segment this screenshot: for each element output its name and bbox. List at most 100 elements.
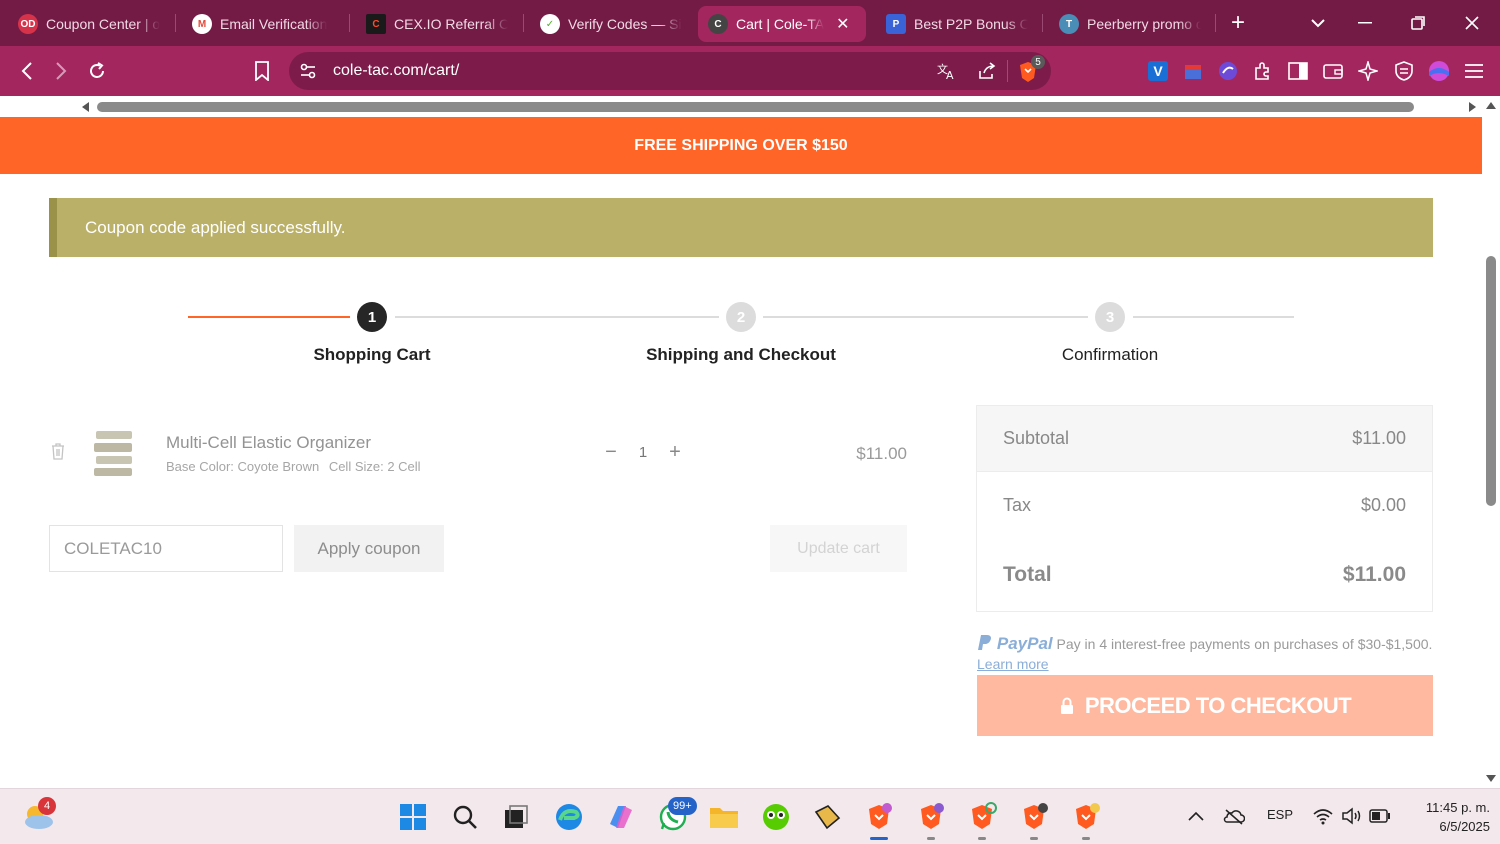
restore-button[interactable] [1398,6,1438,40]
shield-icon [1395,61,1413,81]
profile-button[interactable] [1427,59,1451,83]
apply-coupon-button[interactable]: Apply coupon [294,525,444,572]
cexio-icon: C [366,14,386,34]
increase-qty-button[interactable]: + [663,440,687,464]
weather-badge: 4 [38,797,56,815]
notice-text: Coupon code applied successfully. [85,217,346,237]
wallet-button[interactable] [1321,59,1345,83]
onedrive-icon[interactable] [1223,807,1245,825]
vertical-scrollbar[interactable] [1482,96,1500,788]
paypal-text: Pay in 4 interest-free payments on purch… [1056,636,1433,652]
tab-best-p2p[interactable]: P Best P2P Bonus Of [876,6,1038,42]
start-button[interactable] [395,799,431,835]
proceed-to-checkout-button[interactable]: PROCEED TO CHECKOUT [977,675,1433,736]
coupon-input[interactable] [49,525,283,572]
vpn-button[interactable] [1392,59,1416,83]
url-text[interactable]: cole-tac.com/cart/ [333,62,459,80]
close-window-button[interactable] [1452,6,1492,40]
taskbar: 4 99+ ESP 11:45 p. m. 6/5/2025 [0,788,1500,844]
tab-coupon-center[interactable]: OD Coupon Center | o [8,6,170,42]
brave-profile-2-button[interactable] [913,799,949,835]
volume-icon[interactable] [1341,807,1363,825]
scroll-up-icon[interactable] [1485,100,1497,110]
chevron-up-icon[interactable] [1188,811,1204,821]
close-icon [1465,16,1479,30]
battery-icon[interactable] [1369,809,1391,823]
share-icon[interactable] [977,61,997,81]
extensions-button[interactable] [1251,59,1275,83]
scroll-right-icon[interactable] [1468,101,1478,113]
search-button[interactable] [447,799,483,835]
trash-icon[interactable] [50,442,66,460]
minimize-icon [1358,22,1372,24]
tab-cart-coletac[interactable]: C Cart | Cole-TA ✕ [698,6,866,42]
close-tab-icon[interactable]: ✕ [836,14,849,34]
menu-button[interactable] [1462,59,1486,83]
decrease-qty-button[interactable]: − [599,440,623,464]
od-icon: OD [18,14,38,34]
task-view-button[interactable] [498,799,534,835]
forward-button[interactable] [46,56,76,86]
product-thumbnail[interactable] [92,428,136,478]
horizontal-scrollbar[interactable] [0,96,1500,117]
sidebar-button[interactable] [1286,59,1310,83]
tab-email-verification[interactable]: M Email Verification [182,6,344,42]
step-2-label: Shipping and Checkout [646,345,836,364]
learn-more-link[interactable]: Learn more [977,656,1049,672]
free-shipping-banner: FREE SHIPPING OVER $150 [0,117,1482,174]
scrollbar-thumb[interactable] [97,102,1414,112]
site-settings-icon[interactable] [299,62,317,80]
pinned-app-button[interactable] [809,799,845,835]
copilot-button[interactable] [603,799,639,835]
coletac-icon: C [708,14,728,34]
time-text: 11:45 p. m. [1425,800,1490,815]
duolingo-button[interactable] [758,799,794,835]
app-indicator [927,837,935,840]
progress-line [395,316,719,318]
leo-ai-button[interactable] [1356,59,1380,83]
scroll-down-icon[interactable] [1485,774,1497,784]
subtotal-label: Subtotal [1003,428,1070,448]
wifi-icon[interactable] [1312,807,1334,825]
edge-button[interactable] [551,799,587,835]
address-bar[interactable]: cole-tac.com/cart/ 文A 5 [289,52,1051,90]
product-name[interactable]: Multi-Cell Elastic Organizer [166,433,371,453]
bookmark-icon [255,61,269,81]
clock[interactable]: 11:45 p. m. 6/5/2025 [1400,798,1490,836]
bookmark-button[interactable] [247,56,277,86]
paypal-brand: PayPal [996,634,1053,653]
language-indicator[interactable]: ESP [1267,807,1293,822]
brave-profile-4-button[interactable] [1016,799,1052,835]
extension-v[interactable]: V [1146,59,1170,83]
extension-calendar[interactable] [1181,59,1205,83]
app-indicator [1030,837,1038,840]
brave-icon [1024,803,1048,829]
tab-separator [1215,14,1216,32]
peerberry-icon: T [1059,14,1079,34]
active-app-indicator [870,837,888,840]
new-tab-button[interactable]: + [1218,6,1258,40]
tab-search-button[interactable] [1298,6,1338,40]
back-button[interactable] [12,56,42,86]
extension-purple[interactable] [1216,59,1240,83]
tab-verify-codes[interactable]: ✓ Verify Codes — Sir [530,6,692,42]
file-explorer-button[interactable] [706,799,742,835]
scrollbar-thumb[interactable] [1486,256,1496,506]
minimize-button[interactable] [1345,6,1385,40]
purple-extension-icon [1219,62,1237,80]
scroll-left-icon[interactable] [80,101,90,113]
translate-icon[interactable]: 文A [937,61,957,81]
brave-profile-5-button[interactable] [1068,799,1104,835]
tab-separator [1042,14,1043,32]
brave-profile-3-button[interactable] [964,799,1000,835]
p2p-icon: P [886,14,906,34]
tab-peerberry[interactable]: T Peerberry promo c [1049,6,1211,42]
cart-totals: Subtotal $11.00 Tax $0.00 Total $11.00 [976,405,1433,612]
update-cart-button[interactable]: Update cart [770,525,907,572]
quantity-value[interactable]: 1 [634,444,652,461]
tab-cexio[interactable]: C CEX.IO Referral Co [356,6,518,42]
tax-label: Tax [1003,494,1032,515]
paypal-message: PayPal Pay in 4 interest-free payments o… [977,634,1433,674]
brave-button[interactable] [861,799,897,835]
reload-button[interactable] [82,56,112,86]
